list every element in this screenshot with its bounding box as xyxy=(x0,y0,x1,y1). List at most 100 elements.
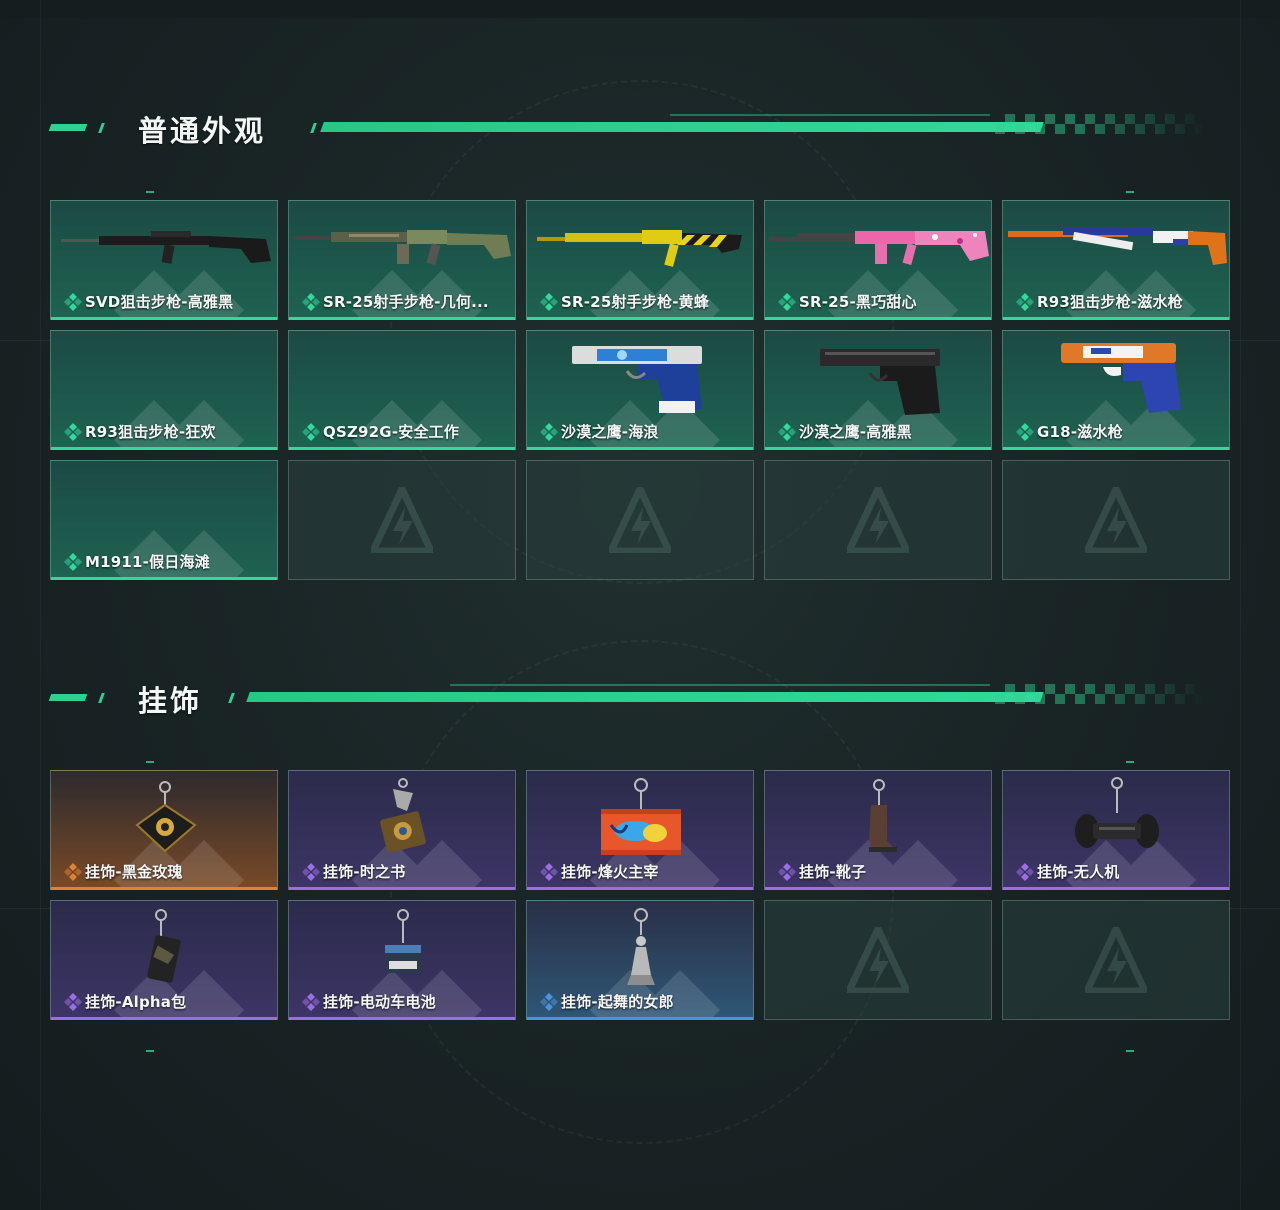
section-title: 普通外观 xyxy=(138,114,267,148)
rarity-green-icon xyxy=(777,422,797,442)
empty-slot xyxy=(764,460,992,580)
pistol-black-icon xyxy=(820,349,940,415)
item-card[interactable]: 挂饰-黑金玫瑰 xyxy=(50,770,278,890)
item-name: SR-25射手步枪-几何... xyxy=(323,293,489,311)
rarity-green-icon xyxy=(63,422,83,442)
empty-slot xyxy=(764,900,992,1020)
section-title: 挂饰 xyxy=(138,684,203,718)
item-name: 挂饰-烽火主宰 xyxy=(561,863,659,881)
header-dash xyxy=(98,123,105,133)
empty-slot xyxy=(1002,460,1230,580)
item-name: SVD狙击步枪-高雅黑 xyxy=(85,293,234,311)
item-card[interactable]: R93狙击步枪-滋水枪 xyxy=(1002,200,1230,320)
rarity-purple-icon xyxy=(301,862,321,882)
header-bar xyxy=(246,692,1044,702)
item-card[interactable]: 挂饰-靴子 xyxy=(764,770,992,890)
normal-skins-grid: SVD狙击步枪-高雅黑 SR-25射手步枪-几何... SR-25射手步枪-黄蜂 SR… xyxy=(50,200,1230,580)
background-line xyxy=(1230,340,1280,341)
item-card[interactable]: QSZ92G-安全工作 xyxy=(288,330,516,450)
item-card[interactable]: 沙漠之鹰-高雅黑 xyxy=(764,330,992,450)
item-name: 挂饰-起舞的女郎 xyxy=(561,993,674,1011)
item-card[interactable]: 挂饰-电动车电池 xyxy=(288,900,516,1020)
header-dash xyxy=(48,124,88,131)
header-bar xyxy=(320,122,1044,132)
rarity-green-icon xyxy=(777,292,797,312)
item-name: 挂饰-黑金玫瑰 xyxy=(85,863,183,881)
item-name: QSZ92G-安全工作 xyxy=(323,423,460,441)
header-dash xyxy=(310,123,317,133)
item-card[interactable]: SR-25射手步枪-黄蜂 xyxy=(526,200,754,320)
rarity-purple-icon xyxy=(777,862,797,882)
item-card[interactable]: 挂饰-时之书 xyxy=(288,770,516,890)
item-card[interactable]: M1911-假日海滩 xyxy=(50,460,278,580)
header-thin-line xyxy=(450,684,990,686)
item-name: 沙漠之鹰-海浪 xyxy=(561,423,659,441)
pistol-wave-icon xyxy=(572,346,702,413)
corner-tick xyxy=(1126,1050,1134,1052)
rarity-green-icon xyxy=(63,552,83,572)
rifle-camo-icon xyxy=(293,230,511,265)
background-line xyxy=(1240,0,1241,1210)
background-line xyxy=(0,340,50,341)
item-card[interactable]: 挂饰-无人机 xyxy=(1002,770,1230,890)
background-line xyxy=(1230,908,1280,909)
item-name: 挂饰-Alpha包 xyxy=(85,993,187,1011)
rarity-green-icon xyxy=(301,422,321,442)
rarity-purple-icon xyxy=(63,992,83,1012)
item-name: R93狙击步枪-狂欢 xyxy=(85,423,216,441)
item-card[interactable]: 挂饰-Alpha包 xyxy=(50,900,278,1020)
item-name: 挂饰-时之书 xyxy=(323,863,406,881)
charm-book-icon xyxy=(380,778,426,853)
rarity-blue-icon xyxy=(539,992,559,1012)
item-name: 挂饰-无人机 xyxy=(1037,863,1120,881)
rifle-pink-icon xyxy=(769,231,989,265)
corner-tick xyxy=(146,191,154,193)
item-name: M1911-假日海滩 xyxy=(85,553,210,571)
item-card[interactable]: 沙漠之鹰-海浪 xyxy=(526,330,754,450)
item-card[interactable]: 挂饰-起舞的女郎 xyxy=(526,900,754,1020)
pistol-water-gun-icon xyxy=(1061,343,1181,413)
corner-tick xyxy=(146,1050,154,1052)
item-card[interactable]: SR-25-黑巧甜心 xyxy=(764,200,992,320)
rarity-green-icon xyxy=(63,292,83,312)
rarity-purple-icon xyxy=(539,862,559,882)
item-name: R93狙击步枪-滋水枪 xyxy=(1037,293,1183,311)
rarity-green-icon xyxy=(301,292,321,312)
sniper-rifle-black-icon xyxy=(61,231,271,264)
sniper-water-gun-icon xyxy=(1008,227,1227,265)
item-card[interactable]: SVD狙击步枪-高雅黑 xyxy=(50,200,278,320)
background-line xyxy=(0,908,50,909)
rarity-purple-icon xyxy=(301,992,321,1012)
header-checker-pattern xyxy=(995,114,1205,134)
rarity-green-icon xyxy=(1015,422,1035,442)
section-header-charms: 挂饰 xyxy=(48,682,1205,722)
section-header-normal: 普通外观 xyxy=(48,112,1205,152)
header-dash xyxy=(48,694,88,701)
item-card[interactable]: 挂饰-烽火主宰 xyxy=(526,770,754,890)
item-name: 挂饰-电动车电池 xyxy=(323,993,436,1011)
rarity-purple-icon xyxy=(1015,862,1035,882)
item-name: 挂饰-靴子 xyxy=(799,863,867,881)
rarity-green-icon xyxy=(1015,292,1035,312)
charms-grid: 挂饰-黑金玫瑰 挂饰-时之书 挂饰-烽火主宰 挂饰-靴子 挂饰-无人机挂饰-Alpha包… xyxy=(50,770,1230,1020)
empty-slot xyxy=(526,460,754,580)
rarity-orange-icon xyxy=(63,862,83,882)
game-logo-icon xyxy=(1083,485,1149,555)
rifle-yellow-icon xyxy=(537,230,742,267)
game-logo-icon xyxy=(1083,925,1149,995)
item-name: SR-25-黑巧甜心 xyxy=(799,293,917,311)
charm-boot-icon xyxy=(869,779,897,852)
empty-slot xyxy=(288,460,516,580)
header-checker-pattern xyxy=(995,684,1205,704)
item-card[interactable]: G18-滋水枪 xyxy=(1002,330,1230,450)
item-card[interactable]: SR-25射手步枪-几何... xyxy=(288,200,516,320)
game-logo-icon xyxy=(369,485,435,555)
header-dash xyxy=(98,693,105,703)
item-card[interactable]: R93狙击步枪-狂欢 xyxy=(50,330,278,450)
item-name: 沙漠之鹰-高雅黑 xyxy=(799,423,912,441)
charm-drone-icon xyxy=(1075,777,1159,848)
charm-container-icon xyxy=(601,778,681,855)
rarity-green-icon xyxy=(539,422,559,442)
item-name: G18-滋水枪 xyxy=(1037,423,1123,441)
corner-tick xyxy=(1126,761,1134,763)
